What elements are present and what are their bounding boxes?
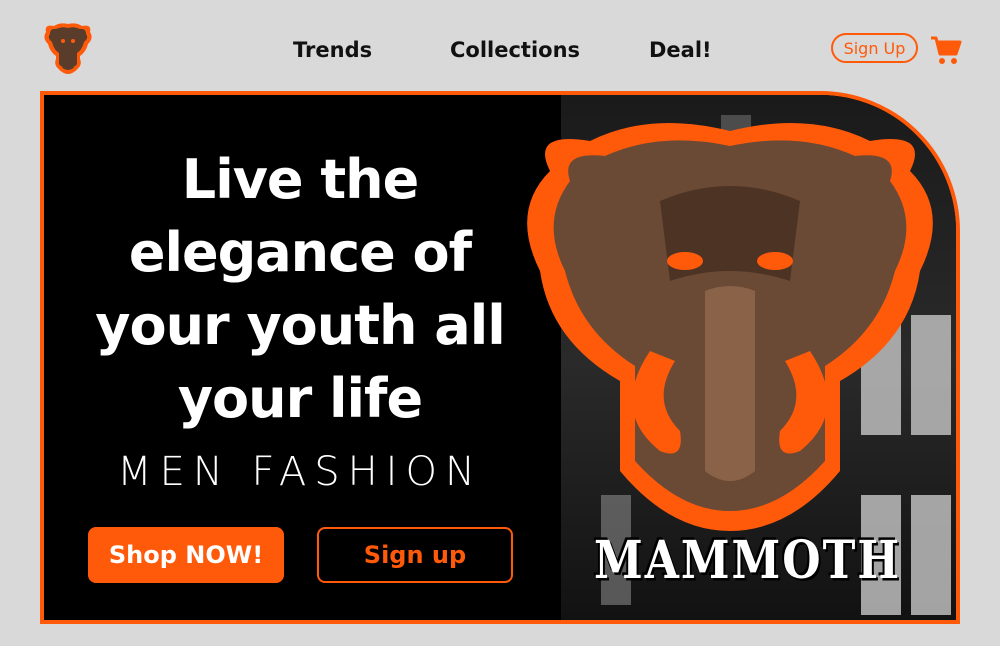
mammoth-logo-icon[interactable] <box>40 22 96 76</box>
nav-deal[interactable]: Deal! <box>649 38 712 62</box>
nav-collections[interactable]: Collections <box>450 38 580 62</box>
headline-line-1: Live the <box>181 148 419 211</box>
header-signup-button[interactable]: Sign Up <box>831 33 918 63</box>
brand-wordmark: MAMMOTH <box>594 529 901 592</box>
headline-line-3: your youth all <box>95 294 505 357</box>
nav-trends[interactable]: Trends <box>293 38 372 62</box>
headline-line-4: your life <box>177 367 423 430</box>
shopping-cart-icon[interactable] <box>930 34 962 66</box>
hero-headline: Live the elegance of your youth all your… <box>44 143 556 435</box>
shop-now-button[interactable]: Shop NOW! <box>88 527 284 583</box>
headline-line-2: elegance of <box>128 221 472 284</box>
hero-subtitle: MEN FASHION <box>117 449 483 495</box>
hero-signup-button[interactable]: Sign up <box>317 527 513 583</box>
mammoth-mascot-icon <box>510 111 950 531</box>
hero-banner: Live the elegance of your youth all your… <box>40 91 960 624</box>
